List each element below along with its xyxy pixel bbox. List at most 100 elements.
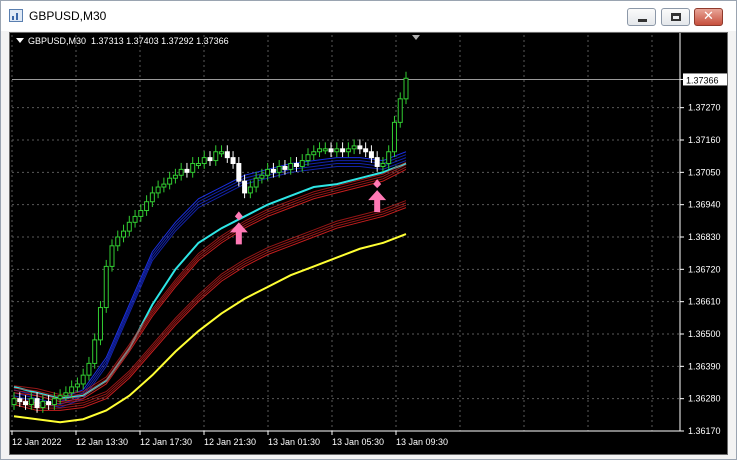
- candle-body: [328, 148, 334, 153]
- chart-window-icon: [9, 9, 23, 22]
- candle-body: [178, 168, 184, 176]
- candle-body: [253, 177, 259, 188]
- candle-body: [74, 383, 80, 388]
- candle-body: [51, 398, 57, 406]
- candle-body: [242, 180, 248, 194]
- y-tick-label: 1.36720: [688, 264, 721, 274]
- candle-body: [391, 121, 397, 153]
- candle-body: [386, 151, 392, 165]
- candle-body: [126, 221, 132, 232]
- candle-body: [270, 168, 276, 173]
- candle-body: [236, 163, 242, 182]
- minimize-icon: [638, 19, 647, 22]
- candle-body: [334, 148, 340, 153]
- candle-body: [207, 157, 213, 162]
- candle-body: [282, 165, 288, 170]
- x-tick-label: 12 Jan 2022: [12, 437, 62, 447]
- candle-body: [380, 163, 386, 167]
- x-tick-label: 12 Jan 13:30: [76, 437, 128, 447]
- x-tick-label: 13 Jan 01:30: [268, 437, 320, 447]
- candle-body: [368, 151, 374, 159]
- candle-body: [288, 163, 294, 170]
- candle-body: [340, 148, 346, 153]
- chart-header: GBPUSD,M30 1.37313 1.37403 1.37292 1.373…: [16, 36, 229, 46]
- candle-body: [97, 307, 103, 341]
- indicator-band-line: [13, 161, 407, 396]
- candle-body: [259, 174, 265, 179]
- candle-body: [403, 77, 409, 100]
- y-tick-label: 1.36940: [688, 200, 721, 210]
- candle-body: [80, 374, 86, 385]
- indicator-band-line: [13, 164, 407, 398]
- x-tick-label: 12 Jan 17:30: [140, 437, 192, 447]
- candle-body: [322, 148, 328, 152]
- signal-star-icon: [373, 179, 382, 189]
- price-chart[interactable]: 1.37366 1.37270 1.37160 1.37050 1.36940 1.368…: [9, 32, 728, 455]
- candle-body: [144, 201, 150, 212]
- y-tick-label: 1.37050: [688, 167, 721, 177]
- candle-body: [190, 163, 196, 173]
- indicator-line: [13, 151, 407, 400]
- indicator-band-line: [13, 154, 407, 403]
- chart-symbol: GBPUSD,M30: [28, 36, 87, 46]
- candle-body: [92, 339, 98, 364]
- candle-body: [293, 163, 299, 167]
- close-button[interactable]: ✕: [694, 8, 723, 26]
- candle-body: [46, 401, 52, 406]
- candle-body: [28, 398, 34, 406]
- minimize-button[interactable]: [627, 8, 656, 26]
- candle-body: [161, 183, 167, 188]
- dropdown-triangle-icon[interactable]: [16, 38, 24, 43]
- indicator-band-line: [13, 202, 407, 407]
- candle-body: [201, 157, 207, 165]
- y-tick-label: 1.36170: [688, 426, 721, 436]
- y-tick-label: 1.36610: [688, 297, 721, 307]
- candle-body: [132, 215, 138, 223]
- candle-body: [172, 174, 178, 179]
- candle-body: [219, 151, 225, 155]
- candle-body: [17, 398, 23, 403]
- chart-canvas[interactable]: 1.37366 1.37270 1.37160 1.37050 1.36940 1.368…: [10, 33, 728, 455]
- close-icon: ✕: [703, 9, 714, 24]
- candle-body: [167, 177, 173, 185]
- candle-body: [374, 157, 380, 167]
- candle-body: [121, 230, 127, 238]
- candle-body: [109, 245, 115, 267]
- x-tick-label: 13 Jan 09:30: [396, 437, 448, 447]
- candle-body: [115, 236, 121, 247]
- candle-body: [155, 186, 161, 194]
- title-bar[interactable]: GBPUSD,M30 ✕: [1, 1, 736, 31]
- candle-body: [63, 392, 69, 397]
- candle-body: [230, 157, 236, 165]
- candle-body: [184, 168, 190, 173]
- current-price-label: 1.37366: [686, 75, 719, 85]
- candle-body: [57, 395, 63, 400]
- x-tick-label: 13 Jan 05:30: [332, 437, 384, 447]
- candle-body: [357, 145, 363, 150]
- candle-body: [40, 401, 46, 408]
- window-title: GBPUSD,M30: [29, 9, 107, 23]
- y-tick-label: 1.36390: [688, 361, 721, 371]
- y-tick-label: 1.37270: [688, 103, 721, 113]
- candle-body: [317, 148, 323, 153]
- candle-body: [265, 168, 271, 176]
- candle-body: [69, 386, 75, 394]
- maximize-icon: [671, 13, 681, 21]
- candle-body: [299, 160, 305, 167]
- candle-body: [224, 151, 230, 159]
- candle-body: [213, 151, 219, 162]
- candle-body: [195, 163, 201, 167]
- maximize-button[interactable]: [661, 8, 690, 26]
- candle-body: [86, 362, 92, 376]
- candle-body: [276, 165, 282, 173]
- candle-body: [34, 398, 40, 408]
- candle-body: [363, 148, 369, 153]
- indicator-band-line: [13, 157, 407, 406]
- chart-shift-marker-icon: [412, 35, 420, 40]
- candle-body: [11, 398, 17, 406]
- y-tick-label: 1.37160: [688, 135, 721, 145]
- candle-body: [138, 210, 144, 217]
- candle-body: [345, 148, 351, 153]
- indicator-line: [13, 207, 407, 411]
- candle-body: [311, 151, 317, 156]
